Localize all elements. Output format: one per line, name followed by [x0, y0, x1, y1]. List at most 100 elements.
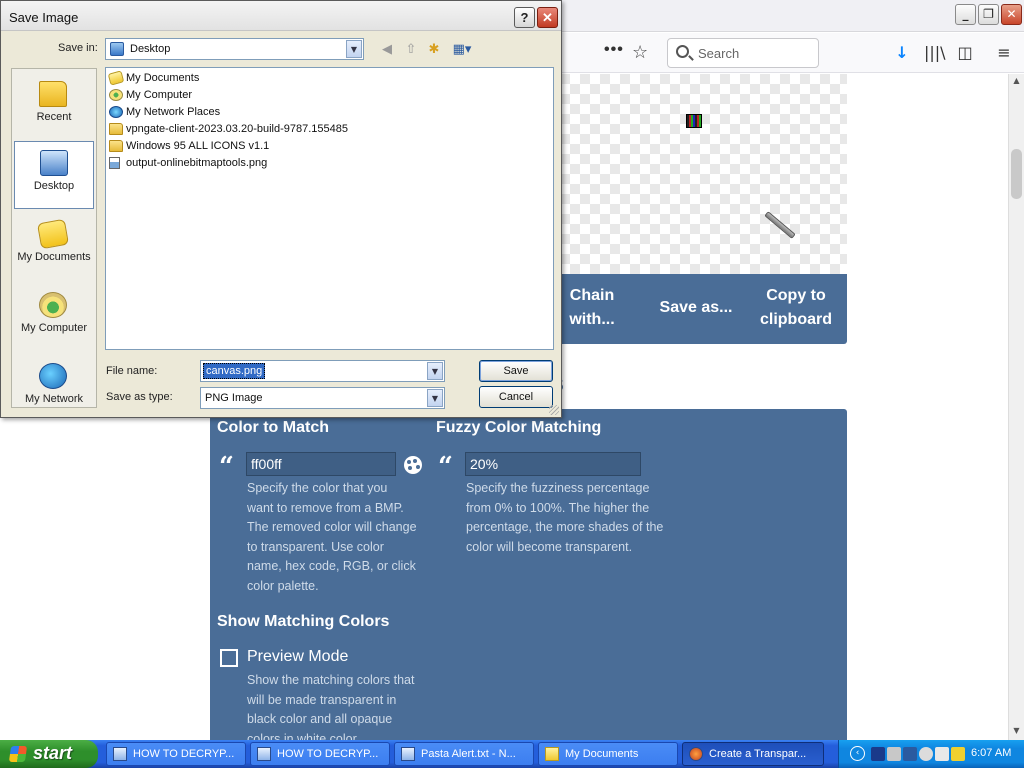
back-icon[interactable]: ◀ [378, 41, 396, 59]
save-in-dropdown[interactable]: Desktop ▼ [105, 38, 364, 60]
chevron-down-icon[interactable]: ▼ [427, 362, 443, 380]
up-folder-icon[interactable]: ⇧ [402, 41, 420, 59]
fuzzy-matching-title: Fuzzy Color Matching [436, 419, 602, 436]
my-documents-icon [107, 70, 125, 86]
folder-icon [109, 123, 123, 135]
png-file-icon [109, 157, 120, 169]
save-in-value: Desktop [130, 43, 171, 55]
place-label: My Network [24, 393, 84, 405]
file-name-input[interactable]: canvas.png [203, 363, 266, 379]
show-matching-colors-title: Show Matching Colors [217, 613, 390, 630]
taskbar-item[interactable]: HOW TO DECRYP... [250, 742, 390, 766]
scroll-down-icon[interactable]: ▼ [1009, 724, 1024, 738]
place-my-network[interactable]: My Network [14, 355, 94, 423]
preview-mode-checkbox[interactable] [220, 649, 238, 667]
taskbar-item[interactable]: HOW TO DECRYP... [106, 742, 246, 766]
views-menu-icon[interactable]: ▦▾ [450, 41, 474, 59]
search-input[interactable]: Search [667, 38, 819, 68]
save-as-type-dropdown[interactable]: PNG Image ▼ [200, 387, 445, 409]
volume-tray-icon[interactable] [935, 747, 949, 761]
taskbar-item-label: Create a Transpar... [709, 748, 807, 760]
show-hidden-icons-icon[interactable]: ‹ [850, 746, 865, 761]
browser-minimize-button[interactable]: _ [955, 4, 976, 25]
page-actions-menu-icon[interactable]: ••• [604, 41, 624, 59]
file-name: My Network Places [126, 106, 221, 118]
fuzzy-matching-description: Specify the fuzziness percentage from 0%… [466, 481, 664, 554]
place-recent[interactable]: Recent [14, 73, 94, 141]
place-label: Desktop [33, 180, 75, 192]
monitor-tray-icon[interactable] [903, 747, 917, 761]
color-palette-icon[interactable] [404, 456, 422, 474]
start-button[interactable]: start [0, 740, 98, 768]
color-to-match-title: Color to Match [217, 419, 329, 436]
place-label: My Documents [17, 251, 91, 263]
color-to-match-input[interactable] [246, 452, 396, 476]
help-button[interactable]: ? [514, 7, 535, 28]
chevron-down-icon[interactable]: ▼ [346, 40, 362, 58]
save-in-label: Save in: [58, 42, 98, 54]
bookmark-star-icon[interactable]: ☆ [632, 42, 648, 63]
place-desktop[interactable]: Desktop [14, 141, 94, 209]
chain-with-button[interactable]: Chain with... [556, 284, 628, 332]
taskbar-item-active[interactable]: Create a Transpar... [682, 742, 824, 766]
page-scrollbar[interactable]: ▲ ▼ [1008, 74, 1024, 740]
quote-icon: “ [219, 452, 234, 482]
place-my-documents[interactable]: My Documents [14, 213, 94, 281]
new-folder-icon[interactable]: ✱ [425, 41, 443, 59]
network-places-icon [109, 106, 123, 118]
copy-to-clipboard-button[interactable]: Copy to clipboard [750, 284, 842, 332]
shield-tray-icon[interactable] [887, 747, 901, 761]
search-placeholder: Search [698, 46, 740, 61]
taskbar-item-label: Pasta Alert.txt - N... [421, 748, 516, 760]
windows-logo-icon [8, 746, 28, 762]
search-icon [676, 45, 689, 58]
quote-icon: “ [438, 452, 453, 482]
save-image-dialog: Save Image ? ✕ Save in: Desktop ▼ ◀ ⇧ ✱ … [0, 0, 562, 418]
minimize-icon: _ [962, 7, 969, 21]
folder-icon [109, 140, 123, 152]
taskbar: start HOW TO DECRYP... HOW TO DECRYP... … [0, 740, 1024, 768]
update-tray-icon[interactable] [919, 747, 933, 761]
browser-close-button[interactable]: ✕ [1001, 4, 1022, 25]
file-name: Windows 95 ALL ICONS v1.1 [126, 140, 270, 152]
connection-tray-icon[interactable] [951, 747, 965, 761]
place-label: Recent [36, 111, 72, 123]
preview-mode-label[interactable]: Preview Mode [247, 648, 348, 666]
file-list: My Documents My Computer My Network Plac… [105, 67, 554, 350]
desktop-icon [40, 150, 68, 176]
network-places-icon [39, 363, 67, 389]
library-icon[interactable]: |||\ [924, 43, 946, 63]
network-tray-icon[interactable] [871, 747, 885, 761]
file-name-field[interactable]: canvas.png ▼ [200, 360, 445, 382]
start-label: start [33, 743, 73, 763]
downloads-icon[interactable]: ↓ [892, 43, 912, 63]
sidebar-toggle-icon[interactable]: ◫ [955, 43, 975, 63]
scrollbar-thumb[interactable] [1011, 149, 1022, 199]
save-as-button[interactable]: Save as... [646, 296, 746, 320]
cancel-button[interactable]: Cancel [479, 386, 553, 408]
places-bar: Recent Desktop My Documents My Computer … [11, 68, 97, 408]
system-tray: ‹ 6:07 AM [838, 740, 1024, 768]
scroll-up-icon[interactable]: ▲ [1009, 74, 1024, 88]
document-icon [257, 747, 271, 761]
file-name-label: File name: [106, 365, 158, 377]
my-documents-icon [36, 218, 70, 250]
dialog-titlebar[interactable]: Save Image ? ✕ [1, 1, 561, 31]
canvas-pen-image [764, 211, 796, 239]
notepad-icon [401, 747, 415, 761]
chevron-down-icon[interactable]: ▼ [427, 389, 443, 407]
taskbar-item-label: My Documents [565, 748, 639, 760]
fuzzy-percentage-input[interactable] [465, 452, 641, 476]
taskbar-item[interactable]: My Documents [538, 742, 678, 766]
place-label: My Computer [20, 322, 88, 334]
hamburger-menu-icon[interactable]: ≡ [994, 43, 1014, 63]
taskbar-item-label: HOW TO DECRYP... [277, 748, 379, 760]
resize-grip[interactable] [549, 405, 559, 415]
save-button[interactable]: Save [479, 360, 553, 382]
clock: 6:07 AM [971, 747, 1012, 759]
document-icon [113, 747, 127, 761]
browser-maximize-button[interactable]: ❐ [978, 4, 999, 25]
dialog-close-button[interactable]: ✕ [537, 7, 558, 28]
taskbar-item[interactable]: Pasta Alert.txt - N... [394, 742, 534, 766]
place-my-computer[interactable]: My Computer [14, 284, 94, 352]
